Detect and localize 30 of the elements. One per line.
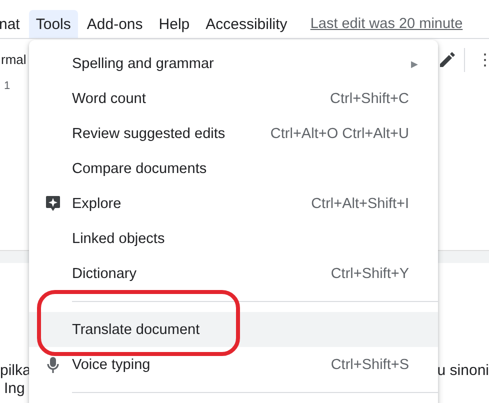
body-text: u sinoni <box>437 362 489 378</box>
more-icon[interactable]: ⋮ <box>477 50 489 70</box>
menu-bar-item[interactable]: Tools <box>28 10 78 38</box>
style-select[interactable]: rmal <box>1 52 26 67</box>
menu-item[interactable]: Translate document <box>29 312 438 347</box>
menu-bar-item[interactable]: Help <box>152 10 197 38</box>
menu-item[interactable]: Review suggested edits Ctrl+Alt+O Ctrl+Alt+U <box>29 116 438 151</box>
explore-icon <box>45 195 61 212</box>
menu-item[interactable]: Compare documents <box>29 151 438 186</box>
last-edit-link[interactable]: Last edit was 20 minute <box>310 16 463 32</box>
menu-item[interactable]: Linked objects <box>29 221 438 256</box>
body-text: Ing <box>4 380 25 396</box>
ruler-number: 1 <box>4 80 10 92</box>
menu-item[interactable]: Dictionary Ctrl+Shift+Y <box>29 256 438 291</box>
menu-item[interactable]: Voice typing Ctrl+Shift+S <box>29 347 438 382</box>
menu-item[interactable]: Explore Ctrl+Alt+Shift+I <box>29 186 438 221</box>
shortcut-text: Ctrl+Alt+O Ctrl+Alt+U <box>270 126 409 142</box>
menu-item[interactable]: Word count Ctrl+Shift+C <box>29 81 438 116</box>
menu-bar-item[interactable]: Add-ons <box>80 10 150 38</box>
menu-bar-item[interactable]: nat <box>0 10 27 38</box>
submenu-arrow-icon: ▶ <box>411 58 418 68</box>
microphone-icon <box>47 356 59 374</box>
shortcut-text: Ctrl+Shift+Y <box>330 266 409 282</box>
shortcut-text: Ctrl+Shift+S <box>330 356 409 372</box>
menu-bar-item[interactable]: Accessibility <box>198 10 294 38</box>
body-text: pilka <box>0 362 31 378</box>
pencil-icon[interactable] <box>438 50 456 68</box>
shortcut-text: Ctrl+Alt+Shift+I <box>311 196 409 212</box>
shortcut-text: Ctrl+Shift+C <box>330 90 409 106</box>
menu-item[interactable]: Spelling and grammar ▶ <box>29 46 438 81</box>
